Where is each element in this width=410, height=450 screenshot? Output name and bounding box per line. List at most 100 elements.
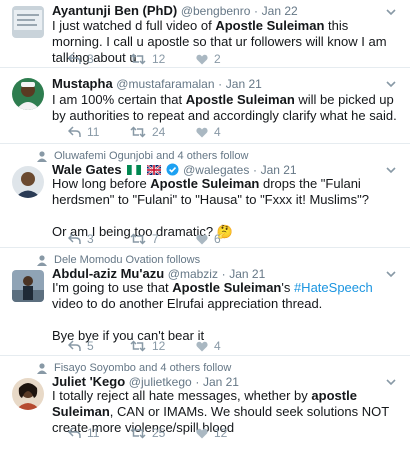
- chevron-down-icon[interactable]: [386, 166, 396, 174]
- tweet-2[interactable]: Mustapha @mustafaramalan · Jan 21 I am 1…: [0, 68, 410, 144]
- display-name[interactable]: Abdul-aziz Mu'azu: [52, 266, 164, 281]
- social-context[interactable]: Fisayo Soyombo and 4 others follow: [36, 362, 231, 374]
- tweet-text: I'm going to use that Apostle Suleiman's…: [52, 280, 400, 344]
- verified-badge-icon: [166, 163, 179, 176]
- reply-icon: [68, 126, 81, 137]
- avatar[interactable]: [12, 6, 44, 38]
- like-button[interactable]: 4: [196, 339, 258, 353]
- text-paragraph: How long before Apostle Suleiman drops t…: [52, 176, 400, 208]
- social-context-text: Oluwafemi Ogunjobi and 4 others follow: [54, 150, 249, 162]
- like-icon: [196, 428, 208, 438]
- like-button[interactable]: 2: [196, 52, 258, 66]
- avatar[interactable]: [12, 378, 44, 410]
- reply-button[interactable]: 3: [68, 232, 130, 246]
- retweet-icon: [130, 233, 146, 245]
- text-segment: How long before: [52, 176, 151, 191]
- like-count: 4: [214, 339, 221, 353]
- handle[interactable]: @mustafaramalan: [116, 77, 214, 91]
- like-icon: [196, 341, 208, 351]
- chevron-down-icon[interactable]: [386, 270, 396, 278]
- like-count: 6: [214, 232, 221, 246]
- timestamp[interactable]: Jan 21: [229, 267, 265, 281]
- handle[interactable]: @julietkego: [129, 375, 192, 389]
- tweet-actions: 5 12 4: [68, 339, 258, 353]
- avatar[interactable]: [12, 78, 44, 110]
- highlight: Apostle Suleiman: [185, 92, 295, 107]
- person-follow-icon: [37, 150, 47, 162]
- retweet-icon: [130, 427, 146, 439]
- avatar[interactable]: [12, 270, 44, 302]
- tweet-actions: 3 12 2: [68, 52, 258, 66]
- like-button[interactable]: 12: [196, 426, 258, 440]
- like-button[interactable]: 6: [196, 232, 258, 246]
- tweet-actions: 3 7 6: [68, 232, 258, 246]
- reply-button[interactable]: 11: [68, 125, 130, 139]
- timestamp[interactable]: Jan 21: [226, 77, 262, 91]
- like-icon: [196, 127, 208, 137]
- reply-count: 11: [87, 125, 100, 139]
- handle[interactable]: @walegates: [183, 163, 249, 177]
- text-segment: I just watched d full video of: [52, 18, 216, 33]
- timestamp[interactable]: Jan 22: [262, 4, 298, 18]
- reply-icon: [68, 427, 81, 438]
- reply-button[interactable]: 11: [68, 426, 130, 440]
- highlight: Apostle Suleiman: [172, 280, 282, 295]
- tweet-3[interactable]: Oluwafemi Ogunjobi and 4 others follow W…: [0, 144, 410, 248]
- reply-icon: [68, 233, 81, 244]
- chevron-down-icon[interactable]: [386, 80, 396, 88]
- retweet-button[interactable]: 7: [130, 232, 196, 246]
- display-name[interactable]: Juliet 'Kego: [52, 374, 125, 389]
- tweet-4[interactable]: Dele Momodu Ovation follows Abdul-aziz M…: [0, 248, 410, 356]
- tweet-actions: 11 24 4: [68, 125, 258, 139]
- retweet-button[interactable]: 25: [130, 426, 196, 440]
- reply-count: 3: [87, 232, 94, 246]
- reply-icon: [68, 340, 81, 351]
- text-segment: I am 100% certain that: [52, 92, 186, 107]
- separator: ·: [221, 267, 226, 281]
- retweet-icon: [130, 340, 146, 352]
- social-context-text: Fisayo Soyombo and 4 others follow: [54, 362, 232, 374]
- display-name[interactable]: Wale Gates: [52, 162, 122, 177]
- like-button[interactable]: 4: [196, 125, 258, 139]
- text-segment: I'm going to use that: [52, 280, 173, 295]
- display-name[interactable]: Ayantunji Ben (PhD): [52, 3, 177, 18]
- timestamp[interactable]: Jan 21: [203, 375, 239, 389]
- like-count: 4: [214, 125, 221, 139]
- reply-count: 5: [87, 339, 94, 353]
- reply-icon: [68, 53, 81, 64]
- uk-flag-icon: [146, 165, 161, 175]
- retweet-count: 7: [152, 232, 159, 246]
- display-name[interactable]: Mustapha: [52, 76, 113, 91]
- text-segment: video to do another Elrufai appreciation…: [52, 296, 323, 311]
- highlight: Apostle Suleiman: [215, 18, 325, 33]
- handle[interactable]: @bengbenro: [181, 4, 251, 18]
- text-paragraph: I'm going to use that Apostle Suleiman's…: [52, 280, 400, 312]
- reply-button[interactable]: 5: [68, 339, 130, 353]
- like-count: 12: [214, 426, 228, 440]
- hashtag-link[interactable]: #HateSpeech: [294, 280, 373, 295]
- chevron-down-icon[interactable]: [386, 378, 396, 386]
- tweet-header: Ayantunji Ben (PhD) @bengbenro · Jan 22: [52, 3, 298, 19]
- tweet-1[interactable]: Ayantunji Ben (PhD) @bengbenro · Jan 22 …: [0, 0, 410, 68]
- tweet-5[interactable]: Fisayo Soyombo and 4 others follow Julie…: [0, 356, 410, 450]
- timestamp[interactable]: Jan 21: [261, 163, 297, 177]
- reply-button[interactable]: 3: [68, 52, 130, 66]
- avatar[interactable]: [12, 166, 44, 198]
- separator: ·: [252, 163, 257, 177]
- person-follow-icon: [37, 254, 47, 266]
- chevron-down-icon[interactable]: [386, 8, 396, 16]
- retweet-button[interactable]: 12: [130, 339, 196, 353]
- retweet-icon: [130, 53, 146, 65]
- retweet-icon: [130, 126, 146, 138]
- highlight: Apostle Suleiman: [150, 176, 260, 191]
- like-count: 2: [214, 52, 221, 66]
- reply-count: 11: [87, 426, 100, 440]
- social-context[interactable]: Dele Momodu Ovation follows: [36, 254, 200, 266]
- social-context[interactable]: Oluwafemi Ogunjobi and 4 others follow: [36, 150, 248, 162]
- retweet-button[interactable]: 12: [130, 52, 196, 66]
- retweet-button[interactable]: 24: [130, 125, 196, 139]
- handle[interactable]: @mabziz: [168, 267, 218, 281]
- tweet-header: Mustapha @mustafaramalan · Jan 21: [52, 76, 262, 92]
